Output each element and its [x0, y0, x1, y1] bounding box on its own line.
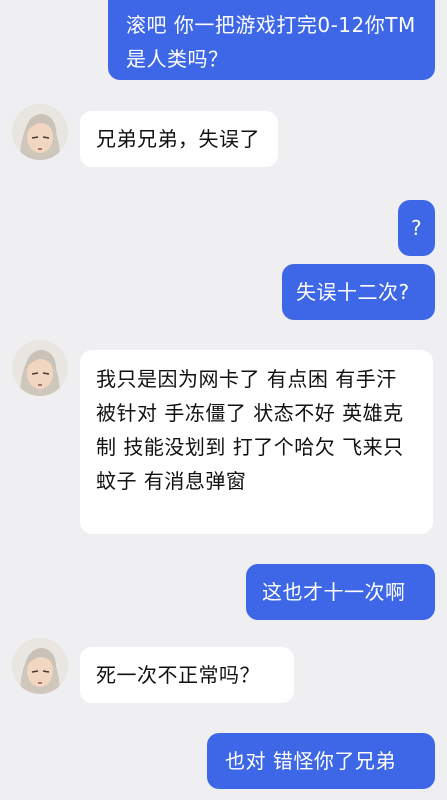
message-text: 我只是因为网卡了 有点困 有手汗 被针对 手冻僵了 状态不好 英雄克制 技能没划… — [96, 367, 404, 493]
message-text: 兄弟兄弟，失误了 — [96, 127, 260, 151]
message-bubble-incoming[interactable]: 我只是因为网卡了 有点困 有手汗 被针对 手冻僵了 状态不好 英雄克制 技能没划… — [80, 350, 433, 534]
message-text: 滚吧 你一把游戏打完0-12你TM是人类吗？ — [126, 13, 416, 71]
message-bubble-outgoing[interactable]: 这也才十一次啊 — [246, 564, 435, 620]
avatar[interactable] — [12, 638, 68, 694]
message-bubble-outgoing[interactable]: 失误十二次? — [282, 264, 435, 320]
message-text: 死一次不正常吗？ — [96, 663, 260, 687]
anime-character-avatar-icon — [12, 340, 68, 396]
avatar[interactable] — [12, 340, 68, 396]
anime-character-avatar-icon — [12, 638, 68, 694]
message-bubble-outgoing[interactable]: 滚吧 你一把游戏打完0-12你TM是人类吗？ — [108, 0, 435, 80]
message-bubble-outgoing[interactable]: 也对 错怪你了兄弟 — [207, 733, 435, 789]
message-bubble-outgoing[interactable]: ? — [398, 200, 435, 256]
message-bubble-incoming[interactable]: 死一次不正常吗？ — [80, 647, 294, 703]
avatar[interactable] — [12, 104, 68, 160]
anime-character-avatar-icon — [12, 104, 68, 160]
chat-conversation: 滚吧 你一把游戏打完0-12你TM是人类吗？ 兄弟兄弟，失误了 ? 失误十二次? — [0, 0, 447, 800]
message-text: 失误十二次? — [296, 280, 410, 304]
message-text: ? — [410, 216, 423, 240]
message-text: 这也才十一次啊 — [262, 580, 406, 604]
message-text: 也对 错怪你了兄弟 — [225, 749, 396, 773]
message-bubble-incoming[interactable]: 兄弟兄弟，失误了 — [80, 111, 278, 167]
